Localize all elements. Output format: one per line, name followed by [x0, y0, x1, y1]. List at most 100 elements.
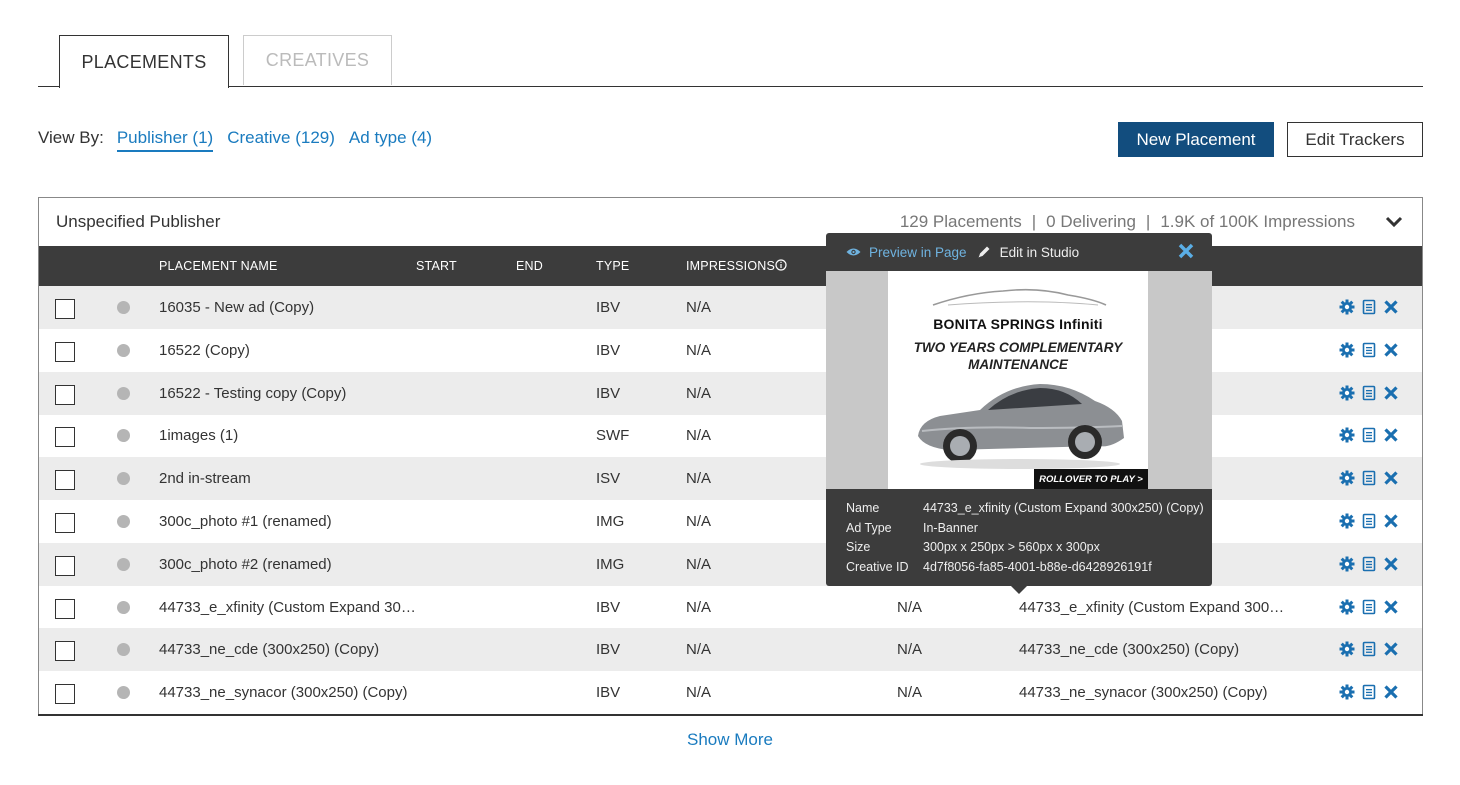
stats-separator: | — [1031, 212, 1037, 231]
delete-x-icon[interactable] — [1383, 385, 1399, 401]
placement-impressions: N/A — [686, 513, 712, 530]
table-row[interactable]: 300c_photo #2 (renamed) IMG N/A — [39, 542, 1422, 586]
placement-name[interactable]: 2nd in-stream — [159, 470, 251, 487]
row-checkbox[interactable] — [55, 299, 75, 319]
col-start[interactable]: START — [416, 259, 457, 273]
gear-icon[interactable] — [1339, 684, 1355, 700]
row-checkbox[interactable] — [55, 513, 75, 533]
col-placement-name[interactable]: PLACEMENT NAME — [159, 259, 278, 273]
gear-icon[interactable] — [1339, 427, 1355, 443]
status-dot — [117, 557, 130, 571]
preview-in-page-label: Preview in Page — [869, 244, 967, 260]
col-type[interactable]: TYPE — [596, 259, 629, 273]
copy-document-icon[interactable] — [1361, 470, 1377, 486]
placement-name[interactable]: 16035 - New ad (Copy) — [159, 299, 314, 316]
gear-icon[interactable] — [1339, 513, 1355, 529]
col-impressions[interactable]: IMPRESSIONS — [686, 259, 775, 273]
gear-icon[interactable] — [1339, 599, 1355, 615]
ad-cta-banner[interactable]: ROLLOVER TO PLAY > — [1034, 469, 1148, 489]
row-checkbox[interactable] — [55, 555, 75, 576]
status-dot — [117, 600, 130, 614]
placement-type: ISV — [596, 470, 621, 488]
placement-name[interactable]: 300c_photo #2 (renamed) — [159, 556, 332, 573]
gear-icon[interactable] — [1339, 556, 1355, 572]
copy-document-icon[interactable] — [1361, 385, 1377, 401]
placement-name[interactable]: 16522 - Testing copy (Copy) — [159, 385, 346, 402]
placement-creative[interactable]: 44733_ne_synacor (300x250) (Copy) — [1019, 684, 1268, 701]
view-by-publisher[interactable]: Publisher (1) — [116, 128, 214, 152]
placement-name[interactable]: 16522 (Copy) — [159, 342, 250, 359]
row-checkbox[interactable] — [55, 384, 75, 405]
table-row[interactable]: 16035 - New ad (Copy) IBV N/A — [39, 286, 1422, 329]
gear-icon[interactable] — [1339, 470, 1355, 486]
placement-creative[interactable]: 44733_ne_cde (300x250) (Copy) — [1019, 641, 1239, 658]
delete-x-icon[interactable] — [1383, 470, 1399, 486]
edit-in-studio-link[interactable]: Edit in Studio — [977, 245, 1079, 260]
tab-creatives[interactable]: CREATIVES — [243, 35, 392, 85]
show-more-link[interactable]: Show More — [0, 730, 1460, 750]
table-row[interactable]: 1images (1) SWF N/A — [39, 414, 1422, 457]
placement-creative[interactable]: 44733_e_xfinity (Custom Expand 300… — [1019, 599, 1284, 616]
table-row[interactable]: 16522 - Testing copy (Copy) IBV N/A — [39, 371, 1422, 415]
copy-document-icon[interactable] — [1361, 641, 1377, 657]
chevron-down-icon[interactable] — [1384, 212, 1404, 232]
close-icon[interactable] — [1178, 243, 1194, 259]
table-row[interactable]: 16522 (Copy) IBV N/A — [39, 329, 1422, 372]
delete-x-icon[interactable] — [1383, 342, 1399, 358]
row-checkbox[interactable] — [55, 470, 75, 491]
copy-document-icon[interactable] — [1361, 556, 1377, 572]
copy-document-icon[interactable] — [1361, 513, 1377, 529]
placement-name[interactable]: 300c_photo #1 (renamed) — [159, 513, 332, 530]
placement-name[interactable]: 44733_e_xfinity (Custom Expand 30… — [159, 599, 416, 616]
car-silhouette-logo — [932, 288, 1107, 306]
gear-icon[interactable] — [1339, 342, 1355, 358]
gear-icon[interactable] — [1339, 385, 1355, 401]
delete-x-icon[interactable] — [1383, 556, 1399, 572]
delete-x-icon[interactable] — [1383, 427, 1399, 443]
new-placement-button[interactable]: New Placement — [1118, 122, 1274, 157]
publisher-title: Unspecified Publisher — [56, 212, 221, 231]
delete-x-icon[interactable] — [1383, 299, 1399, 315]
table-row[interactable]: 44733_e_xfinity (Custom Expand 30… IBV N/A… — [39, 586, 1422, 629]
ad-creative-image[interactable]: BONITA SPRINGS Infiniti TWO YEARS COMPLE… — [888, 271, 1148, 489]
placement-impressions: N/A — [686, 384, 712, 402]
placement-name[interactable]: 1images (1) — [159, 427, 238, 444]
placement-col6: N/A — [897, 598, 923, 616]
status-dot — [117, 472, 130, 486]
view-by-creative[interactable]: Creative (129) — [227, 128, 335, 148]
row-checkbox[interactable] — [55, 684, 75, 705]
row-checkbox[interactable] — [55, 427, 75, 448]
table-row[interactable]: 44733_ne_cde (300x250) (Copy) IBV N/A N/A 44… — [39, 628, 1422, 672]
delete-x-icon[interactable] — [1383, 513, 1399, 529]
row-checkbox[interactable] — [55, 641, 75, 662]
tab-placements[interactable]: PLACEMENTS — [59, 35, 229, 88]
copy-document-icon[interactable] — [1361, 599, 1377, 615]
placement-name[interactable]: 44733_ne_synacor (300x250) (Copy) — [159, 684, 408, 701]
row-checkbox[interactable] — [55, 598, 75, 619]
col-end[interactable]: END — [516, 259, 543, 273]
table-row[interactable]: 300c_photo #1 (renamed) IMG N/A — [39, 500, 1422, 543]
preview-in-page-link[interactable]: Preview in Page — [846, 245, 967, 260]
placements-count: 129 Placements — [899, 212, 1022, 231]
info-icon[interactable] — [775, 259, 787, 271]
edit-trackers-button[interactable]: Edit Trackers — [1287, 122, 1423, 157]
table-row[interactable]: 2nd in-stream ISV N/A — [39, 457, 1422, 501]
view-by-ad-type[interactable]: Ad type (4) — [349, 128, 432, 148]
copy-document-icon[interactable] — [1361, 299, 1377, 315]
delete-x-icon[interactable] — [1383, 599, 1399, 615]
row-actions — [1339, 513, 1399, 529]
delete-x-icon[interactable] — [1383, 684, 1399, 700]
gear-icon[interactable] — [1339, 641, 1355, 657]
table-row[interactable]: 44733_ne_synacor (300x250) (Copy) IBV N/A N… — [39, 671, 1422, 714]
copy-document-icon[interactable] — [1361, 427, 1377, 443]
row-actions — [1339, 599, 1399, 615]
placement-impressions: N/A — [686, 299, 712, 316]
placement-col6: N/A — [897, 641, 923, 659]
placement-name[interactable]: 44733_ne_cde (300x250) (Copy) — [159, 641, 379, 658]
gear-icon[interactable] — [1339, 299, 1355, 315]
copy-document-icon[interactable] — [1361, 342, 1377, 358]
delete-x-icon[interactable] — [1383, 641, 1399, 657]
copy-document-icon[interactable] — [1361, 684, 1377, 700]
row-checkbox[interactable] — [55, 341, 75, 362]
popup-pointer — [1011, 586, 1027, 594]
